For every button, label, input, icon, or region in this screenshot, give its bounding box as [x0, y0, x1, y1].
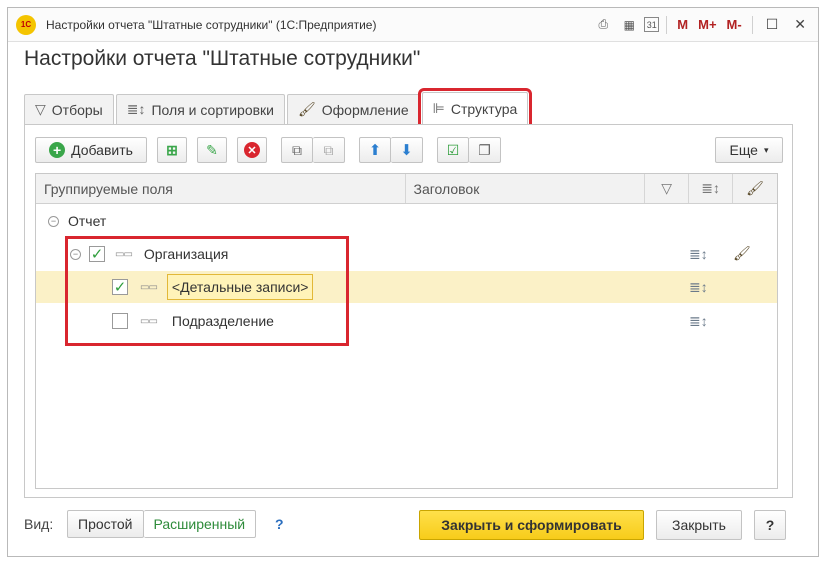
row-checkbox[interactable]: ✓ — [112, 279, 128, 295]
column-header-grouping-fields[interactable]: Группируемые поля — [36, 174, 406, 203]
field-group-icon: ▭▭ — [140, 315, 158, 327]
add-grouping-icon: ⊞ — [166, 141, 178, 158]
check-all-button[interactable]: ☑ — [437, 137, 469, 163]
tab-fields-sorting[interactable]: ≣↕ Поля и сортировки — [115, 94, 285, 124]
grid-header: Группируемые поля Заголовок ▽ ≣↕ 🖌 — [36, 174, 777, 204]
group-button[interactable]: ⧉ — [281, 137, 313, 163]
field-group-icon: ▭▭ — [140, 281, 158, 293]
group-icon: ⧉ — [292, 141, 302, 158]
row-checkbox[interactable]: ✓ — [89, 246, 105, 262]
title-bar: 1С Настройки отчета "Штатные сотрудники"… — [8, 8, 818, 42]
sort-icon: ≣↕ — [126, 101, 146, 117]
view-extended-button[interactable]: Расширенный — [143, 510, 257, 538]
ungroup-button[interactable]: ⧉ — [313, 137, 345, 163]
structure-icon: ⊫ — [432, 100, 445, 116]
uncheck-all-button[interactable]: ❐ — [469, 137, 501, 163]
move-up-button[interactable]: ⬆ — [359, 137, 391, 163]
tab-filters[interactable]: ▽ Отборы — [24, 94, 114, 124]
row-fields-icon[interactable]: ≣↕ — [689, 313, 708, 330]
pencil-icon: ✎ — [206, 141, 218, 158]
help-button[interactable]: ? — [754, 510, 786, 540]
form-title: Настройки отчета "Штатные сотрудники" — [24, 47, 421, 70]
delete-icon: ✕ — [244, 142, 260, 158]
close-and-generate-button[interactable]: Закрыть и сформировать — [419, 510, 644, 540]
print-icon[interactable]: ⎙ — [592, 14, 614, 36]
field-group-icon: ▭▭ — [115, 248, 133, 260]
tree-row-detail-records[interactable]: ✓ ▭▭ <Детальные записи> ≣↕ — [36, 271, 777, 303]
uncheck-all-icon: ❐ — [478, 141, 491, 158]
collapse-icon[interactable]: − — [48, 215, 59, 227]
close-button[interactable]: Закрыть — [656, 510, 742, 540]
view-simple-button[interactable]: Простой — [67, 510, 144, 538]
row-fields-icon[interactable]: ≣↕ — [689, 279, 708, 296]
structure-grid: Группируемые поля Заголовок ▽ ≣↕ 🖌 − Отч… — [35, 173, 778, 489]
tree-row-organization[interactable]: − ✓ ▭▭ Организация ≣↕ 🖌 — [36, 238, 777, 270]
structure-toolbar: + Добавить ⊞ ✎ ✕ ⧉ ⧉ ⬆ ⬇ ☑ ❐ — [35, 137, 501, 163]
view-help-link[interactable]: ? — [275, 516, 284, 532]
calendar-icon[interactable]: 31 — [644, 17, 660, 32]
detail-records-cell[interactable]: <Детальные записи> — [166, 274, 314, 300]
bottom-bar: Вид: Простой Расширенный ? Закрыть и сфо… — [24, 510, 794, 540]
edit-button[interactable]: ✎ — [197, 137, 227, 163]
add-icon: + — [49, 142, 66, 158]
tab-appearance[interactable]: 🖌 Оформление — [286, 94, 420, 124]
maximize-button[interactable]: ☐ — [760, 16, 785, 33]
ungroup-icon: ⧉ — [323, 141, 334, 158]
memory-m-minus-button[interactable]: M- — [724, 17, 745, 32]
calculator-icon[interactable]: ▦ — [618, 14, 640, 36]
arrow-down-icon: ⬇ — [400, 142, 413, 159]
filter-icon: ▽ — [35, 101, 46, 117]
tree-row-report[interactable]: − Отчет — [36, 205, 777, 237]
column-header-filter[interactable]: ▽ — [645, 174, 690, 203]
add-button[interactable]: + Добавить — [35, 137, 147, 163]
close-window-button[interactable]: ✕ — [788, 16, 812, 33]
arrow-up-icon: ⬆ — [368, 142, 382, 159]
delete-button[interactable]: ✕ — [237, 137, 267, 163]
add-grouping-button[interactable]: ⊞ — [157, 137, 187, 163]
filter-icon: ▽ — [661, 180, 673, 196]
collapse-icon[interactable]: − — [70, 248, 81, 260]
row-brush-icon[interactable]: 🖌 — [733, 245, 751, 262]
view-switch: Простой Расширенный — [67, 510, 257, 538]
more-button[interactable]: Еще ▾ — [715, 137, 783, 163]
tab-structure[interactable]: ⊫ Структура — [417, 88, 533, 128]
sort-icon: ≣↕ — [701, 180, 720, 196]
column-header-fields[interactable]: ≣↕ — [689, 174, 734, 203]
brush-icon: 🖌 — [746, 180, 764, 196]
memory-m-plus-button[interactable]: M+ — [695, 17, 719, 32]
check-all-icon: ☑ — [446, 141, 460, 158]
row-checkbox[interactable] — [112, 313, 128, 329]
memory-m-button[interactable]: M — [674, 17, 691, 32]
app-logo-icon: 1С — [16, 14, 36, 35]
tab-bar: ▽ Отборы ≣↕ Поля и сортировки 🖌 Оформлен… — [24, 88, 533, 128]
tree-row-subdivision[interactable]: ▭▭ Подразделение ≣↕ — [36, 305, 777, 337]
column-header-appearance[interactable]: 🖌 — [733, 174, 777, 203]
column-header-title[interactable]: Заголовок — [406, 174, 646, 203]
move-down-button[interactable]: ⬇ — [391, 137, 423, 163]
row-fields-icon[interactable]: ≣↕ — [689, 246, 708, 263]
window-title: Настройки отчета "Штатные сотрудники" (1… — [46, 17, 377, 32]
structure-panel: + Добавить ⊞ ✎ ✕ ⧉ ⧉ ⬆ ⬇ ☑ ❐ Еще ▾ Групп… — [24, 124, 793, 498]
brush-icon: 🖌 — [297, 101, 316, 117]
dropdown-arrow-icon: ▾ — [763, 144, 769, 155]
view-label: Вид: — [24, 516, 54, 532]
